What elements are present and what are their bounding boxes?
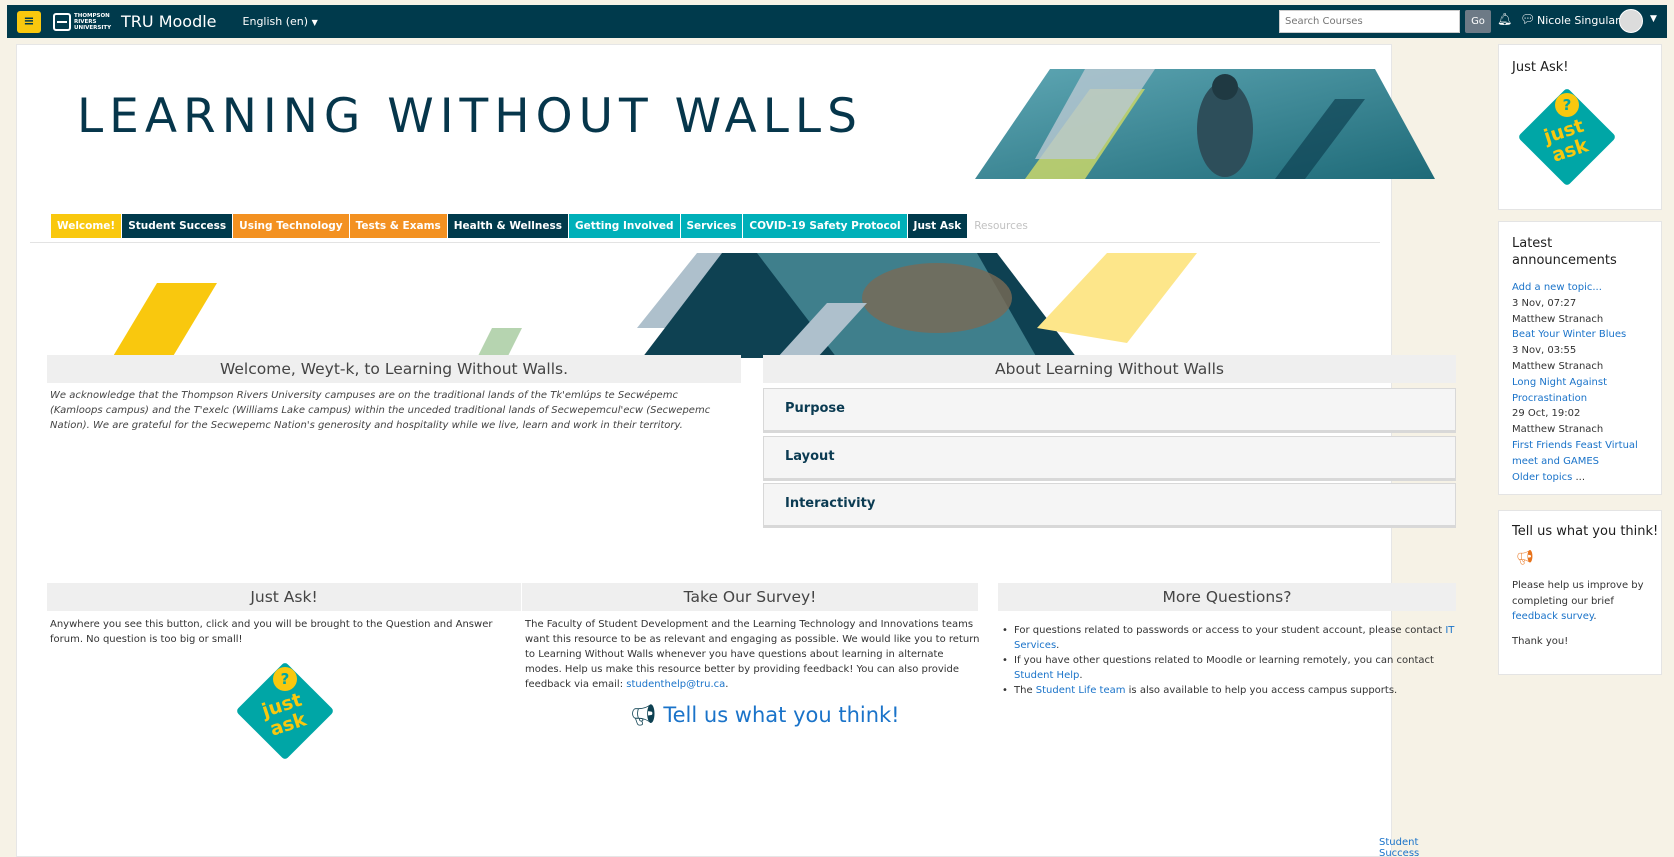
tru-logo-text: THOMPSON RIVERS UNIVERSITY bbox=[74, 12, 112, 31]
tabs-divider bbox=[30, 242, 1380, 243]
avatar[interactable] bbox=[1619, 9, 1643, 33]
tru-logo-mark bbox=[53, 12, 71, 31]
announcements-block: Latest announcements Add a new topic... … bbox=[1498, 221, 1662, 495]
list-item-link[interactable]: Student Life team bbox=[1036, 685, 1126, 696]
feedback-block: Tell us what you think! 📢︎ Please help u… bbox=[1498, 510, 1662, 675]
tell-us-link-text: Tell us what you think! bbox=[663, 703, 900, 727]
tab-tests-exams[interactable]: Tests & Exams bbox=[349, 214, 447, 238]
older-topics-suffix: ... bbox=[1572, 471, 1586, 483]
chat-icon[interactable]: 💬︎ bbox=[1520, 12, 1535, 26]
tab-health-wellness[interactable]: Health & Wellness bbox=[447, 214, 568, 238]
tab-using-technology[interactable]: Using Technology bbox=[233, 214, 349, 238]
survey-text: The Faculty of Student Development and t… bbox=[525, 617, 980, 692]
banner-image bbox=[975, 69, 1435, 179]
post-author: Matthew Stranach bbox=[1512, 424, 1604, 436]
megaphone-icon: 📢︎ bbox=[630, 703, 657, 727]
tab-services[interactable]: Services bbox=[680, 214, 743, 238]
feedback-text: Please help us improve by completing our… bbox=[1512, 578, 1652, 625]
survey-heading: Take Our Survey! bbox=[522, 583, 978, 611]
announcements-title: Latest announcements bbox=[1512, 236, 1617, 268]
announcements-list: Add a new topic... 3 Nov, 07:27 Matthew … bbox=[1512, 280, 1662, 485]
hamburger-icon: ≡ bbox=[23, 14, 35, 29]
just-ask-block-badge[interactable]: ? just ask bbox=[1517, 87, 1617, 187]
post-date: 3 Nov, 03:55 bbox=[1512, 345, 1577, 357]
question-mark-icon: ? bbox=[273, 667, 297, 691]
list-item-text: The bbox=[1014, 685, 1036, 696]
next-page-link[interactable]: Student Success ▶ bbox=[1379, 837, 1419, 857]
feedback-period: . bbox=[1593, 611, 1597, 622]
caret-down-icon: ▼ bbox=[311, 18, 318, 27]
just-ask-badge-button[interactable]: ? just ask bbox=[235, 661, 335, 761]
feedback-survey-link[interactable]: feedback survey bbox=[1512, 611, 1593, 622]
tru-logo[interactable]: THOMPSON RIVERS UNIVERSITY bbox=[53, 12, 115, 31]
list-item-suffix: is also available to help you access cam… bbox=[1125, 685, 1398, 696]
search-courses-input[interactable] bbox=[1279, 10, 1460, 33]
survey-period: . bbox=[725, 679, 729, 690]
language-menu[interactable]: English (en) ▼ bbox=[243, 15, 318, 28]
feedback-body: Please help us improve by completing our… bbox=[1512, 580, 1644, 607]
about-heading: About Learning Without Walls bbox=[763, 355, 1456, 383]
list-item: For questions related to passwords or ac… bbox=[998, 623, 1456, 653]
main-content: LEARNING WITHOUT WALLS Welcome! Student S… bbox=[16, 44, 1456, 857]
just-ask-block: Just Ask! ? just ask bbox=[1498, 44, 1662, 210]
tab-just-ask[interactable]: Just Ask bbox=[907, 214, 968, 238]
search-go-button[interactable]: Go bbox=[1465, 10, 1491, 33]
accordion-interactivity[interactable]: Interactivity bbox=[763, 483, 1456, 528]
list-item-suffix: . bbox=[1056, 640, 1060, 651]
tell-us-link[interactable]: 📢︎ Tell us what you think! bbox=[630, 703, 900, 728]
megaphone-icon: 📢︎ bbox=[1516, 550, 1534, 566]
welcome-text: We acknowledge that the Thompson Rivers … bbox=[50, 390, 711, 431]
user-menu-caret-icon[interactable]: ▼ bbox=[1650, 14, 1657, 24]
post-link[interactable]: Beat Your Winter Blues bbox=[1512, 327, 1662, 343]
tab-student-success[interactable]: Student Success bbox=[122, 214, 233, 238]
banner-title: LEARNING WITHOUT WALLS bbox=[77, 89, 863, 144]
feedback-thanks: Thank you! bbox=[1512, 636, 1569, 647]
welcome-heading: Welcome, Weyt-k, to Learning Without Wal… bbox=[47, 355, 741, 383]
question-mark-icon: ? bbox=[1555, 93, 1579, 117]
survey-body: The Faculty of Student Development and t… bbox=[525, 619, 980, 690]
list-item-text: If you have other questions related to M… bbox=[1014, 655, 1434, 666]
list-item: The Student Life team is also available … bbox=[998, 683, 1456, 698]
add-topic-link[interactable]: Add a new topic... bbox=[1512, 280, 1662, 296]
bell-icon[interactable]: 🔔︎ bbox=[1497, 12, 1512, 26]
tab-resources[interactable]: Resources bbox=[968, 214, 1034, 238]
feedback-title: Tell us what you think! bbox=[1512, 524, 1659, 539]
survey-email-link[interactable]: studenthelp@tru.ca bbox=[626, 679, 725, 690]
older-topics: Older topics ... bbox=[1512, 470, 1662, 486]
hero-image bbox=[112, 253, 1197, 358]
post-link[interactable]: First Friends Feast Virtual meet and GAM… bbox=[1512, 438, 1662, 470]
user-name[interactable]: Nicole Singular bbox=[1537, 14, 1620, 27]
list-item-link[interactable]: Student Help bbox=[1014, 670, 1079, 681]
list-item-suffix: . bbox=[1079, 670, 1083, 681]
more-questions-heading: More Questions? bbox=[998, 583, 1456, 611]
tab-welcome[interactable]: Welcome! bbox=[51, 214, 122, 238]
post-author: Matthew Stranach bbox=[1512, 313, 1604, 325]
language-label: English (en) bbox=[242, 15, 309, 28]
post-link[interactable]: Long Night Against Procrastination bbox=[1512, 375, 1662, 407]
just-ask-heading: Just Ask! bbox=[47, 583, 521, 611]
section-tabs: Welcome! Student Success Using Technology T… bbox=[51, 214, 1035, 238]
post-date: 29 Oct, 19:02 bbox=[1512, 408, 1581, 420]
list-item-text: For questions related to passwords or ac… bbox=[1014, 625, 1446, 636]
accordion-purpose[interactable]: Purpose bbox=[763, 388, 1456, 433]
list-item: If you have other questions related to M… bbox=[998, 653, 1456, 683]
just-ask-text: Anywhere you see this button, click and … bbox=[50, 619, 493, 645]
tab-getting-involved[interactable]: Getting Involved bbox=[568, 214, 680, 238]
post-date: 3 Nov, 07:27 bbox=[1512, 297, 1577, 309]
just-ask-block-title: Just Ask! bbox=[1512, 60, 1569, 75]
tab-covid-19-safety-protocol[interactable]: COVID-19 Safety Protocol bbox=[743, 214, 907, 238]
site-name-link[interactable]: TRU Moodle bbox=[121, 12, 217, 31]
older-topics-link[interactable]: Older topics bbox=[1512, 472, 1572, 483]
hamburger-menu-button[interactable]: ≡ bbox=[17, 10, 41, 33]
more-questions-list: For questions related to passwords or ac… bbox=[998, 623, 1456, 698]
accordion-layout[interactable]: Layout bbox=[763, 436, 1456, 481]
post-author: Matthew Stranach bbox=[1512, 360, 1604, 372]
